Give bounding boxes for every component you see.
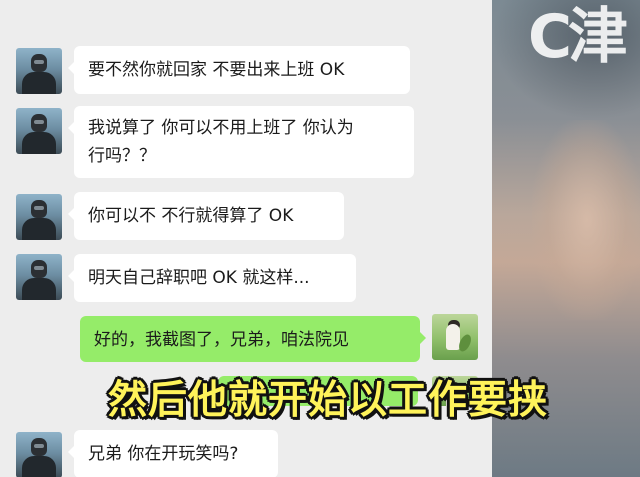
message-text: 你可以不 不行就得算了 OK <box>88 206 294 226</box>
message-text: 好的，我截图了，兄弟，咱法院见 <box>94 330 349 350</box>
message-text: 兄弟 你在开玩笑吗? <box>88 444 239 464</box>
my-message-bubble[interactable]: 好的，我截图了，兄弟，咱法院见 <box>80 316 426 362</box>
message-bubble[interactable]: 兄弟 你在开玩笑吗? <box>68 430 278 477</box>
channel-watermark: C津 <box>528 2 628 72</box>
message-text-line: 行吗？？ <box>88 146 156 166</box>
message-bubble[interactable]: 要不然你就回家 不要出来上班 OK <box>68 46 410 94</box>
contact-avatar[interactable] <box>16 48 62 94</box>
message-text: 明天自己辞职吧 OK 就这样... <box>88 268 310 288</box>
message-bubble[interactable]: 我说算了 你可以不用上班了 你认为 行吗？？ <box>68 106 414 178</box>
message-text-line: 我说算了 你可以不用上班了 你认为 <box>88 118 354 138</box>
contact-avatar[interactable] <box>16 194 62 240</box>
my-avatar[interactable] <box>432 314 478 360</box>
contact-avatar[interactable] <box>16 254 62 300</box>
background-figure <box>532 120 640 320</box>
message-bubble[interactable]: 你可以不 不行就得算了 OK <box>68 192 344 240</box>
contact-avatar[interactable] <box>16 108 62 154</box>
message-bubble[interactable]: 明天自己辞职吧 OK 就这样... <box>68 254 356 302</box>
message-text: 要不然你就回家 不要出来上班 OK <box>88 60 345 80</box>
video-subtitle: 然后他就开始以工作要挟 <box>108 378 549 423</box>
contact-avatar[interactable] <box>16 432 62 477</box>
